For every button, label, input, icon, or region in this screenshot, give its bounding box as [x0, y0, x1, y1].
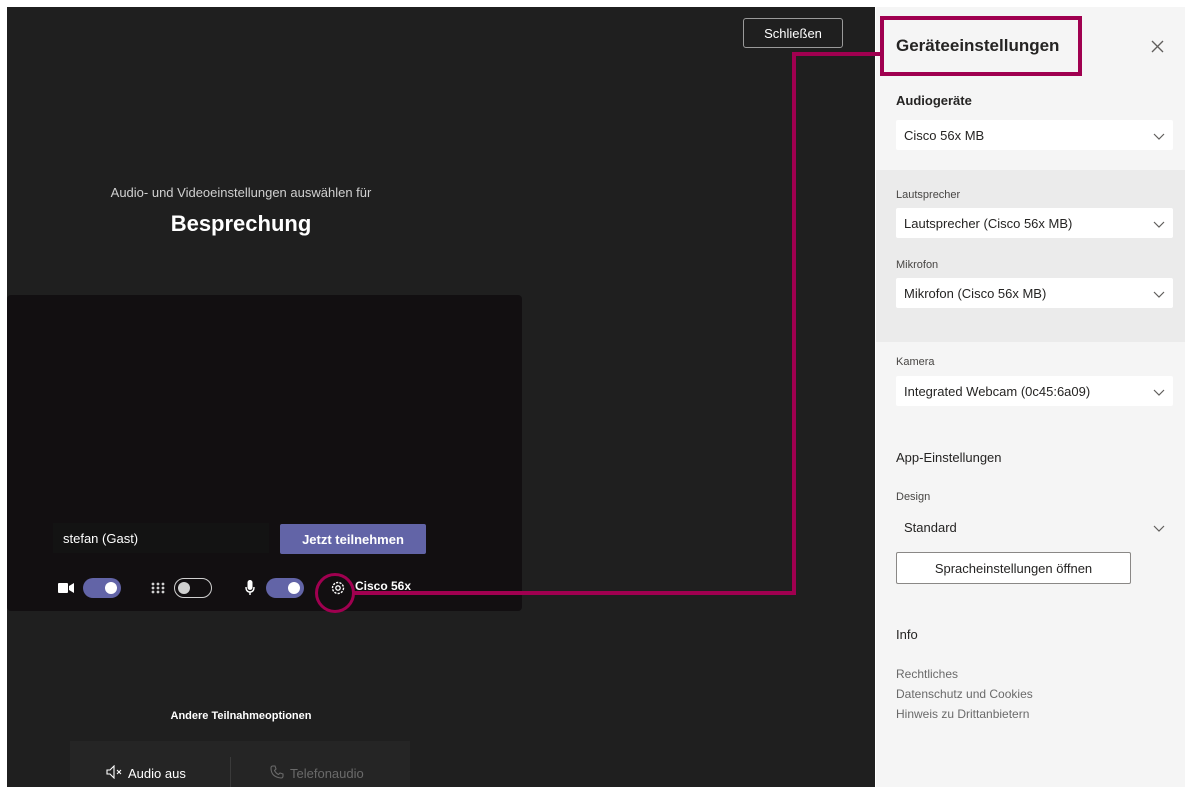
- camera-icon: [57, 579, 75, 597]
- open-language-settings-button[interactable]: Spracheinstellungen öffnen: [896, 552, 1131, 584]
- chevron-down-icon: [1153, 521, 1165, 536]
- microphone-value: Mikrofon (Cisco 56x MB): [904, 285, 1047, 301]
- design-value: Standard: [904, 519, 957, 535]
- camera-value: Integrated Webcam (0c45:6a09): [904, 383, 1091, 399]
- device-settings-panel: Geräteeinstellungen Audiogeräte Cisco 56…: [876, 7, 1185, 787]
- audio-devices-heading: Audiogeräte: [896, 93, 972, 108]
- speaker-value: Lautsprecher (Cisco 56x MB): [904, 215, 1073, 231]
- chevron-down-icon: [1153, 129, 1165, 144]
- microphone-label: Mikrofon: [896, 259, 939, 271]
- settings-highlight-circle: [315, 573, 355, 613]
- camera-dropdown[interactable]: Integrated Webcam (0c45:6a09): [896, 376, 1173, 406]
- speaker-dropdown[interactable]: Lautsprecher (Cisco 56x MB): [896, 208, 1173, 238]
- microphone-icon: [241, 579, 259, 597]
- design-dropdown[interactable]: Standard: [896, 512, 1173, 542]
- app-settings-heading: App-Einstellungen: [896, 450, 1002, 465]
- speaker-label: Lautsprecher: [896, 189, 961, 201]
- panel-title-highlight: Geräteeinstellungen: [880, 16, 1082, 76]
- privacy-cookies-link[interactable]: Datenschutz und Cookies: [896, 687, 1033, 701]
- camera-label: Kamera: [896, 356, 935, 368]
- video-preview: Jetzt teilnehmen Cisco 56x MB: [7, 295, 522, 611]
- meeting-title: Besprechung: [170, 211, 312, 236]
- microphone-dropdown[interactable]: Mikrofon (Cisco 56x MB): [896, 278, 1173, 308]
- audio-device-label: Cisco 56x MB: [355, 579, 415, 593]
- phone-audio-label: Telefonaudio: [290, 766, 364, 781]
- third-party-notice-link[interactable]: Hinweis zu Drittanbietern: [896, 707, 1029, 721]
- prejoin-subtitle: Audio- und Videoeinstellungen auswählen …: [110, 185, 372, 200]
- audio-device-dropdown[interactable]: Cisco 56x MB: [896, 120, 1173, 150]
- info-heading: Info: [896, 627, 918, 642]
- camera-toggle[interactable]: [83, 578, 121, 598]
- close-icon[interactable]: [1144, 33, 1170, 59]
- speaker-mute-icon: [106, 764, 122, 782]
- audio-off-option[interactable]: Audio aus: [106, 764, 186, 782]
- phone-icon: [270, 765, 284, 782]
- design-label: Design: [896, 491, 931, 503]
- audio-off-label: Audio aus: [128, 766, 186, 781]
- audio-device-value: Cisco 56x MB: [904, 127, 985, 143]
- chevron-down-icon: [1153, 287, 1165, 302]
- close-button[interactable]: Schließen: [743, 18, 843, 48]
- chevron-down-icon: [1153, 385, 1165, 400]
- other-join-options-heading: Andere Teilnahmeoptionen: [170, 710, 312, 722]
- name-input[interactable]: [53, 523, 269, 553]
- phone-audio-option[interactable]: Telefonaudio: [270, 765, 364, 782]
- background-blur-icon: [149, 579, 167, 597]
- join-now-button[interactable]: Jetzt teilnehmen: [280, 524, 426, 554]
- microphone-toggle[interactable]: [266, 578, 304, 598]
- prejoin-screen: Schließen Audio- und Videoeinstellungen …: [7, 7, 875, 787]
- legal-link[interactable]: Rechtliches: [896, 667, 958, 681]
- other-join-options-bar: Audio aus Telefonaudio: [70, 741, 410, 787]
- background-blur-toggle[interactable]: [174, 578, 212, 598]
- options-divider: [230, 757, 231, 787]
- chevron-down-icon: [1153, 217, 1165, 232]
- panel-title: Geräteeinstellungen: [896, 36, 1060, 55]
